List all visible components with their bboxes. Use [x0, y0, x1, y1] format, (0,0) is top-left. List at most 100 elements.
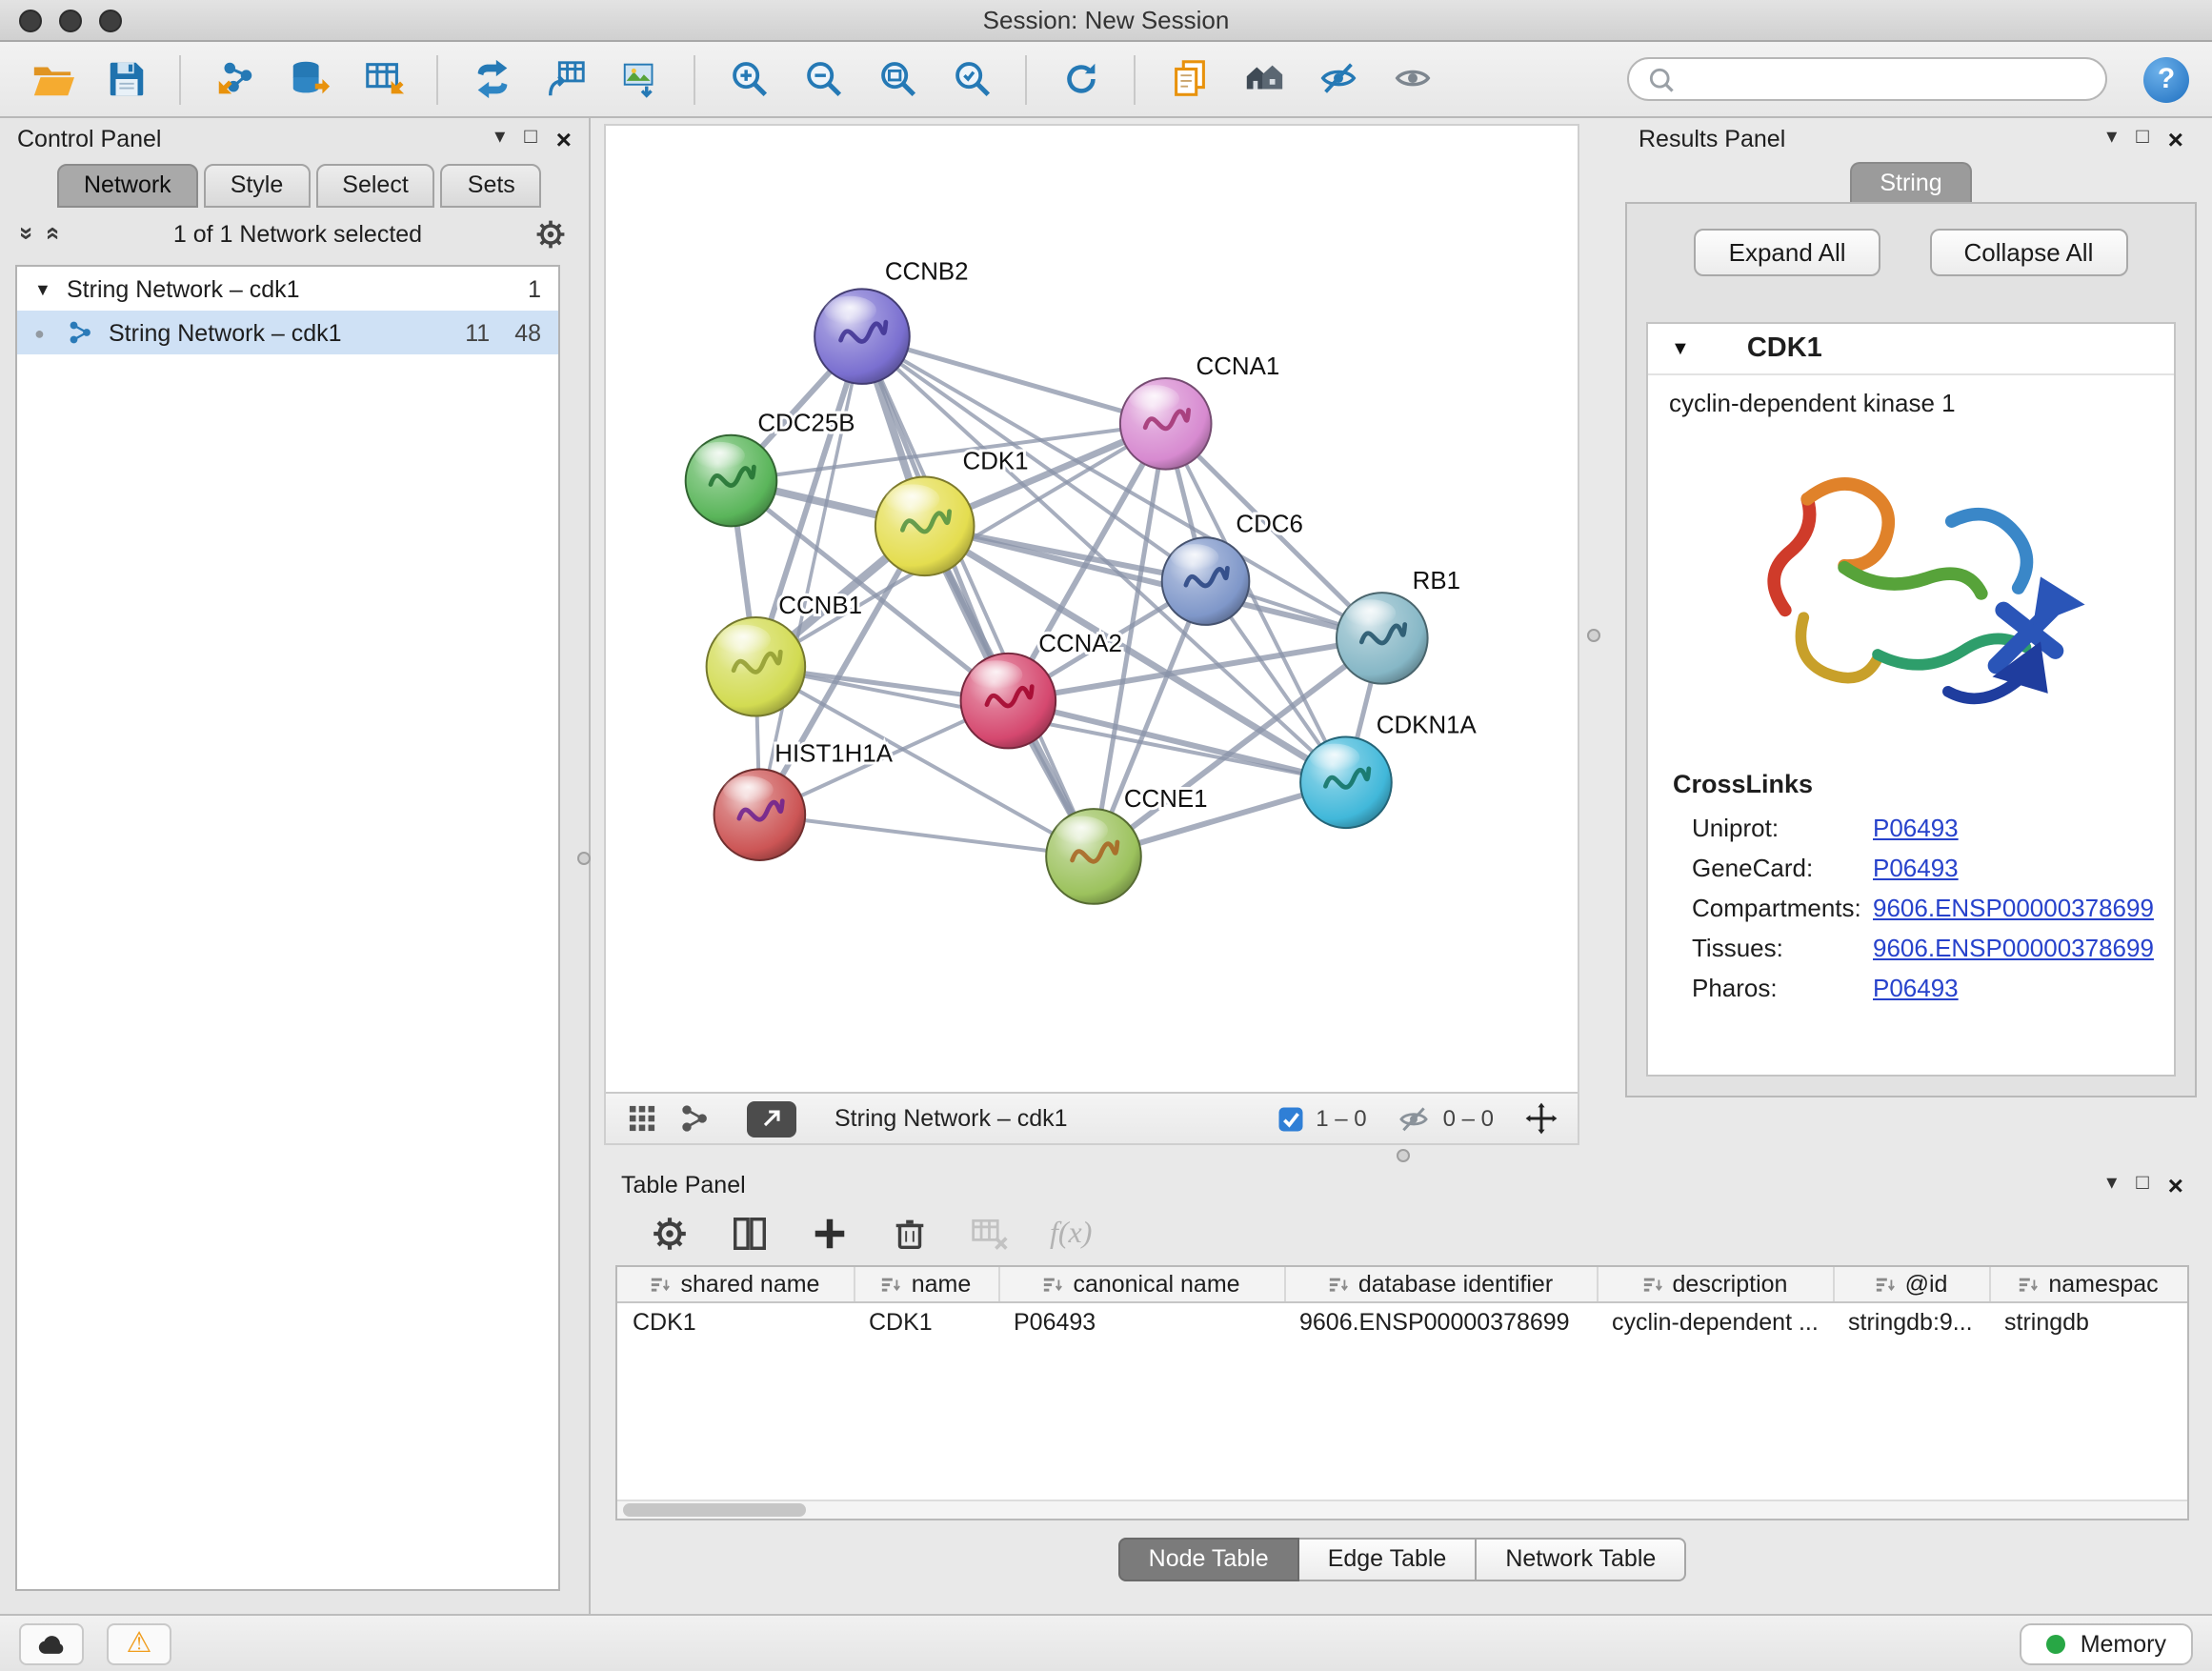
export-image-button[interactable] — [612, 50, 669, 108]
show-columns-button[interactable] — [730, 1214, 770, 1254]
help-button[interactable]: ? — [2143, 56, 2189, 102]
selected-checkbox-icon[interactable] — [1276, 1104, 1304, 1133]
network-collection-row[interactable]: ▼ String Network – cdk1 1 — [17, 267, 558, 311]
tab-select[interactable]: Select — [315, 164, 435, 208]
expand-all-icon[interactable]: « — [43, 227, 68, 240]
warnings-button[interactable]: ⚠ — [107, 1622, 171, 1664]
tab-network-table[interactable]: Network Table — [1477, 1538, 1686, 1581]
network-node-cdkn1a[interactable]: CDKN1A — [1300, 712, 1477, 828]
splitter-handle[interactable] — [1397, 1149, 1410, 1162]
network-node-cdk1[interactable]: CDK1 — [875, 449, 1029, 576]
memory-button[interactable]: Memory — [2020, 1622, 2193, 1664]
zoom-fit-button[interactable] — [869, 50, 926, 108]
zoom-out-button[interactable] — [794, 50, 852, 108]
detach-view-button[interactable] — [747, 1100, 796, 1137]
cloud-status-button[interactable] — [19, 1622, 84, 1664]
network-edge[interactable] — [759, 815, 1094, 856]
network-canvas[interactable]: CCNB2CCNA1CDC25BCDK1CDC6RB1CCNB1CCNA2CDK… — [606, 126, 1578, 1092]
panel-float-icon[interactable]: □ — [2136, 1174, 2148, 1195]
search-input[interactable] — [1686, 64, 2088, 94]
annotation-button[interactable] — [1160, 50, 1217, 108]
column-header-id[interactable]: @id — [1833, 1267, 1989, 1302]
column-header-description[interactable]: description — [1597, 1267, 1833, 1302]
table-row[interactable]: CDK1 CDK1 P06493 9606.ENSP00000378699 cy… — [617, 1302, 2187, 1341]
column-header-database-identifier[interactable]: database identifier — [1284, 1267, 1597, 1302]
import-table-button[interactable] — [354, 50, 412, 108]
tab-edge-table[interactable]: Edge Table — [1299, 1538, 1478, 1581]
network-row[interactable]: ● String Network – cdk1 11 48 — [17, 311, 558, 354]
close-window-button[interactable] — [19, 10, 42, 32]
compartments-link[interactable]: 9606.ENSP00000378699 — [1873, 894, 2154, 922]
zoom-in-button[interactable] — [720, 50, 777, 108]
splitter-handle[interactable] — [1587, 629, 1600, 642]
clone-network-button[interactable] — [463, 50, 520, 108]
cell-database-identifier[interactable]: 9606.ENSP00000378699 — [1284, 1302, 1597, 1341]
show-all-button[interactable] — [1383, 50, 1440, 108]
cell-shared-name[interactable]: CDK1 — [617, 1302, 854, 1341]
cell-canonical-name[interactable]: P06493 — [998, 1302, 1284, 1341]
column-header-name[interactable]: name — [854, 1267, 998, 1302]
panel-close-icon[interactable]: × — [2168, 125, 2183, 151]
tissues-link[interactable]: 9606.ENSP00000378699 — [1873, 934, 2154, 962]
minimize-window-button[interactable] — [59, 10, 82, 32]
hide-selected-button[interactable] — [1309, 50, 1366, 108]
open-session-button[interactable] — [23, 50, 80, 108]
network-node-ccna1[interactable]: CCNA1 — [1120, 353, 1279, 470]
splitter-handle[interactable] — [577, 852, 591, 865]
column-header-canonical-name[interactable]: canonical name — [998, 1267, 1284, 1302]
network-options-button[interactable] — [533, 216, 568, 251]
import-network-icon — [212, 57, 256, 101]
cell-id[interactable]: stringdb:9... — [1833, 1302, 1989, 1341]
cell-description[interactable]: cyclin-dependent ... — [1597, 1302, 1833, 1341]
zoom-selected-button[interactable] — [943, 50, 1000, 108]
delete-column-button[interactable] — [890, 1214, 930, 1254]
tab-node-table[interactable]: Node Table — [1118, 1538, 1299, 1581]
table-options-button[interactable] — [650, 1214, 690, 1254]
gene-card-header[interactable]: ▼ CDK1 — [1648, 324, 2174, 375]
collapse-all-icon[interactable]: » — [15, 227, 40, 240]
grid-view-button[interactable] — [625, 1101, 659, 1136]
hidden-indicator-icon[interactable] — [1398, 1101, 1432, 1136]
genecard-link[interactable]: P06493 — [1873, 854, 1959, 882]
network-node-ccnb1[interactable]: CCNB1 — [707, 593, 862, 716]
tab-style[interactable]: Style — [204, 164, 311, 208]
network-edge[interactable] — [862, 336, 1094, 856]
panel-menu-icon[interactable]: ▾ — [2106, 128, 2117, 149]
network-node-ccnb2[interactable]: CCNB2 — [814, 258, 968, 384]
function-builder-button[interactable]: f(x) — [1050, 1217, 1092, 1251]
pharos-link[interactable]: P06493 — [1873, 974, 1959, 1002]
tab-string[interactable]: String — [1849, 162, 1972, 204]
network-node-hist1h1a[interactable]: HIST1H1A — [714, 740, 894, 860]
maximize-window-button[interactable] — [99, 10, 122, 32]
panel-close-icon[interactable]: × — [2168, 1171, 2183, 1198]
import-network-database-button[interactable] — [280, 50, 337, 108]
save-session-button[interactable] — [97, 50, 154, 108]
collapse-all-button[interactable]: Collapse All — [1930, 229, 2128, 276]
expand-all-button[interactable]: Expand All — [1695, 229, 1880, 276]
cell-namespace[interactable]: stringdb — [1989, 1302, 2187, 1341]
pan-mode-button[interactable] — [1524, 1101, 1558, 1136]
delete-table-button-disabled[interactable] — [970, 1214, 1010, 1254]
column-header-namespace[interactable]: namespac — [1989, 1267, 2187, 1302]
network-view-button[interactable] — [678, 1101, 713, 1136]
network-from-table-button[interactable] — [537, 50, 594, 108]
tree-expanded-icon[interactable]: ▼ — [34, 279, 53, 298]
tab-network[interactable]: Network — [57, 164, 198, 208]
apply-layout-button[interactable] — [1052, 50, 1109, 108]
tab-sets[interactable]: Sets — [441, 164, 542, 208]
panel-menu-icon[interactable]: ▾ — [2106, 1174, 2117, 1195]
horizontal-scrollbar[interactable] — [617, 1500, 2187, 1519]
scrollbar-thumb[interactable] — [623, 1503, 806, 1517]
panel-close-icon[interactable]: × — [556, 125, 572, 151]
uniprot-link[interactable]: P06493 — [1873, 814, 1959, 842]
panel-float-icon[interactable]: □ — [2136, 128, 2148, 149]
collapse-caret-icon[interactable]: ▼ — [1671, 338, 1690, 359]
panel-float-icon[interactable]: □ — [524, 128, 536, 149]
panel-menu-icon[interactable]: ▾ — [494, 128, 505, 149]
birdseye-view-button[interactable] — [1235, 50, 1292, 108]
cell-name[interactable]: CDK1 — [854, 1302, 998, 1341]
network-node-rb1[interactable]: RB1 — [1337, 568, 1460, 684]
create-column-button[interactable] — [810, 1214, 850, 1254]
import-network-file-button[interactable] — [206, 50, 263, 108]
column-header-shared-name[interactable]: shared name — [617, 1267, 854, 1302]
